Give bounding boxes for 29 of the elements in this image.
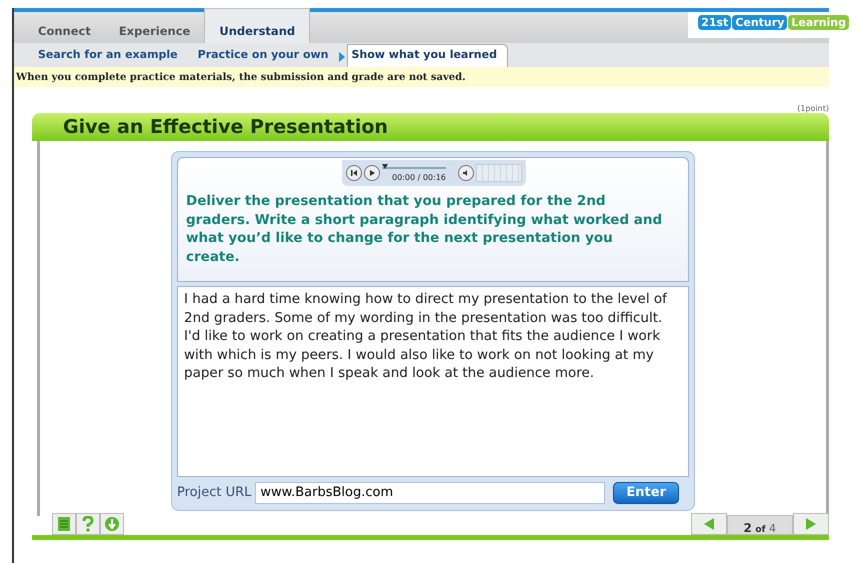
question-text: Deliver the presentation that you prepared for the 2nd graders. Write a short paragraph identifying what worked and what you’d like to change for the next presentation you create. xyxy=(186,192,664,266)
tab[interactable]: Understand xyxy=(204,8,310,43)
points-label: (1point) xyxy=(797,103,829,113)
volume-button[interactable] xyxy=(458,165,474,181)
time-text: 00:00 / 00:16 xyxy=(392,172,446,184)
notes-icon[interactable] xyxy=(52,513,76,535)
rewind-button[interactable] xyxy=(346,165,362,181)
play-button[interactable] xyxy=(364,165,380,181)
url-field[interactable]: www.BarbsBlog.com xyxy=(255,482,606,504)
subtab[interactable]: Practice on your own xyxy=(188,44,338,67)
tab[interactable]: Experience xyxy=(104,12,204,43)
enter-button[interactable]: Enter xyxy=(613,482,679,504)
answer-field[interactable]: I had a hard time knowing how to direct my presentation to the level of 2nd graders. Some of my wording in the presentation was too difficult. I'd like to work on creating a presentation that fits the audience I work with which is my peers. I would also like to work on not looking at my paper so much when I speak and look at the audience more. xyxy=(177,286,689,477)
skip-back-icon xyxy=(349,168,359,178)
progress-thumb[interactable] xyxy=(382,164,388,169)
volume-meter xyxy=(476,164,522,182)
url-label: Project URL xyxy=(177,484,252,502)
right-arrow-icon xyxy=(804,517,818,531)
subtab[interactable]: Search for an example xyxy=(28,44,188,67)
logo-text: 21st xyxy=(698,15,732,30)
tab[interactable]: Connect xyxy=(24,12,105,43)
notice-text: When you complete practice materials, the submission and grade are not saved. xyxy=(14,67,829,87)
left-arrow-icon xyxy=(702,517,716,531)
logo-text: Century xyxy=(732,15,788,30)
play-icon xyxy=(367,168,377,178)
page-indicator: 2 of 4 xyxy=(726,515,793,535)
section-title: Give an Effective Presentation xyxy=(32,113,829,141)
subtab[interactable]: Show what you learned xyxy=(346,44,508,67)
logo-text: Learning xyxy=(788,15,849,30)
